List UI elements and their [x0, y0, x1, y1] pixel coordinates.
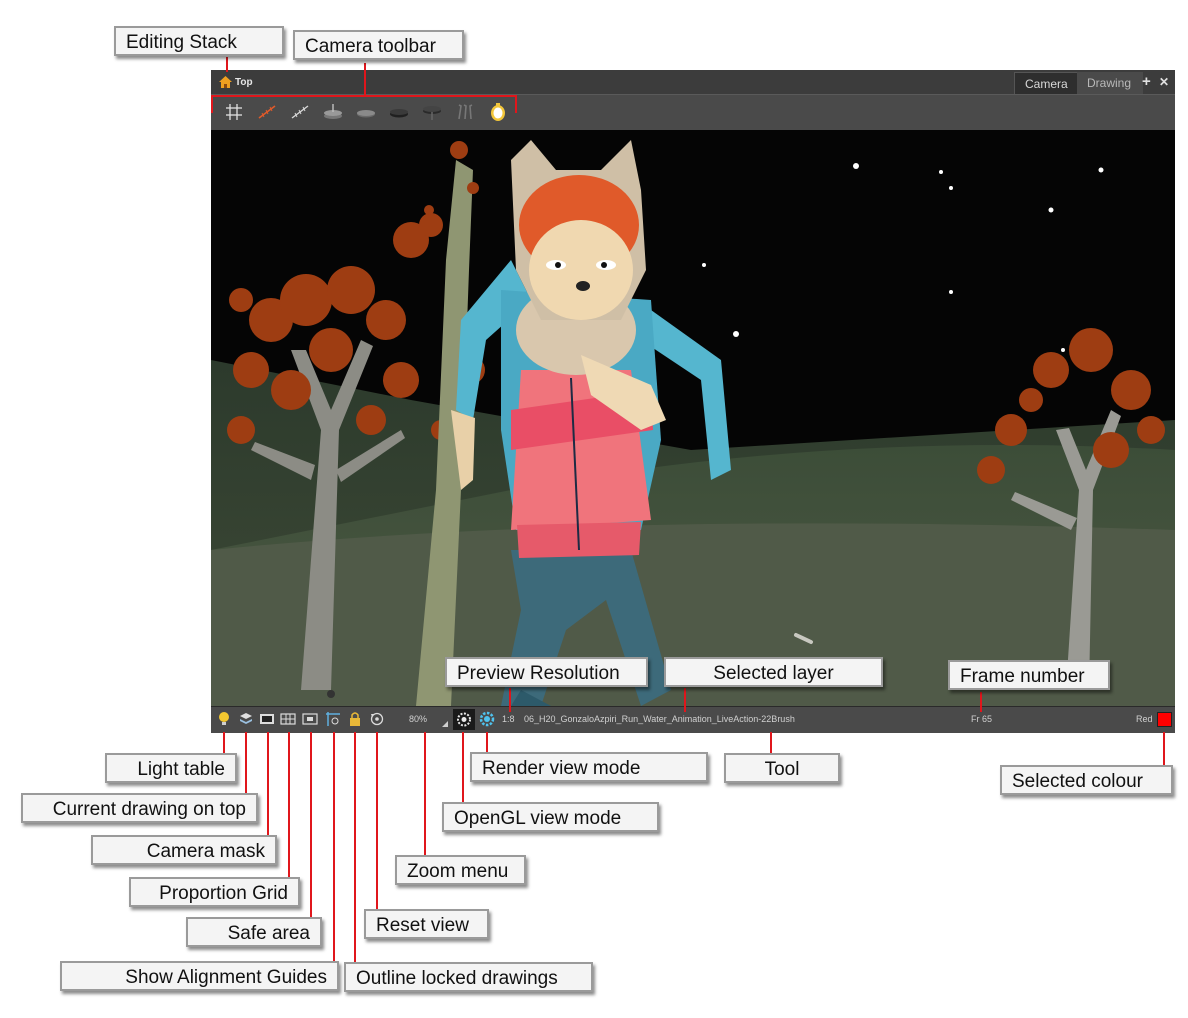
disc-dark-2-icon[interactable] — [421, 101, 443, 123]
callout-editing-stack: Editing Stack — [114, 26, 284, 56]
leader-proportion-grid — [288, 732, 290, 878]
light-table-icon[interactable] — [216, 711, 232, 727]
leader-show-alignment-guides — [333, 732, 335, 962]
callout-proportion-grid: Proportion Grid — [129, 877, 300, 907]
leader-editing-stack — [226, 57, 228, 72]
callout-light-table: Light table — [105, 753, 237, 783]
safe-area-icon[interactable] — [302, 711, 318, 727]
tab-drawing[interactable]: Drawing — [1077, 72, 1143, 94]
current-drawing-on-top-icon[interactable] — [238, 711, 254, 727]
callout-reset-view: Reset view — [364, 909, 489, 939]
scene-artwork — [211, 130, 1175, 706]
leader-opengl-view-mode — [462, 732, 464, 802]
palette-lock-icon[interactable] — [487, 101, 509, 123]
leader-tool — [770, 732, 772, 754]
reset-view-icon[interactable] — [369, 711, 385, 727]
leader-safe-area — [310, 732, 312, 918]
view-title-bar: Top Camera Drawing + ✕ — [211, 70, 1175, 95]
leader-camera-toolbar-left — [211, 95, 213, 113]
sticks-icon[interactable] — [454, 101, 476, 123]
camera-viewport[interactable] — [211, 130, 1175, 706]
show-alignment-guides-icon[interactable] — [325, 711, 341, 727]
status-bar: 80% 1:8 06_H20_GonzaloAzpiri_Run_Water_A… — [211, 706, 1175, 733]
callout-preview-resolution: Preview Resolution — [445, 657, 648, 687]
selected-colour-name: Red — [1136, 714, 1153, 724]
callout-selected-layer: Selected layer — [664, 657, 883, 687]
callout-tool: Tool — [724, 753, 840, 783]
camera-mask-icon[interactable] — [259, 711, 275, 727]
leader-preview-resolution — [509, 688, 511, 712]
leader-render-view-mode — [486, 732, 488, 752]
leader-light-table — [223, 732, 225, 754]
leader-current-drawing-on-top — [245, 732, 247, 794]
callout-zoom-menu: Zoom menu — [395, 855, 526, 885]
leader-camera-toolbar-bracket — [211, 95, 517, 97]
add-view-button[interactable]: + — [1142, 73, 1151, 90]
leader-outline-locked-drawings — [354, 732, 356, 964]
callout-safe-area: Safe area — [186, 917, 322, 947]
editing-stack-label: Top — [235, 76, 253, 88]
callout-opengl-view-mode: OpenGL view mode — [442, 802, 659, 832]
camera-view-window: Top Camera Drawing + ✕ 80% 1:8 06_H20_Go… — [211, 70, 1175, 733]
selected-layer: 06_H20_GonzaloAzpiri_Run_Water_Animation… — [524, 714, 795, 724]
zoom-menu[interactable]: 80% — [409, 714, 427, 724]
home-icon — [219, 76, 232, 88]
preview-resolution[interactable]: 1:8 — [502, 714, 515, 724]
opengl-view-mode-icon[interactable] — [453, 709, 475, 730]
zoom-dropdown-icon[interactable] — [442, 721, 448, 727]
disc-dark-icon[interactable] — [388, 101, 410, 123]
outline-locked-drawings-icon[interactable] — [347, 711, 363, 727]
camera-toolbar — [211, 94, 1175, 132]
callout-outline-locked-drawings: Outline locked drawings — [344, 962, 593, 992]
editing-stack[interactable]: Top — [219, 74, 253, 90]
proportion-grid-icon[interactable] — [280, 711, 296, 727]
callout-render-view-mode: Render view mode — [470, 752, 708, 782]
leader-zoom-menu — [424, 732, 426, 856]
leader-selected-layer — [684, 688, 686, 712]
callout-show-alignment-guides: Show Alignment Guides — [60, 961, 339, 991]
callout-camera-mask: Camera mask — [91, 835, 277, 865]
leader-camera-mask — [267, 732, 269, 836]
render-view-mode-icon[interactable] — [478, 710, 496, 728]
selected-colour-swatch[interactable] — [1157, 712, 1172, 727]
close-view-button[interactable]: ✕ — [1159, 75, 1169, 89]
frame-number: Fr 65 — [971, 714, 993, 724]
leader-selected-colour — [1163, 732, 1165, 766]
callout-selected-colour: Selected colour — [1000, 765, 1173, 795]
onion-skin-icon[interactable] — [256, 101, 278, 123]
callout-frame-number: Frame number — [948, 660, 1110, 690]
callout-camera-toolbar: Camera toolbar — [293, 30, 464, 60]
leader-camera-toolbar — [364, 63, 366, 96]
grid-icon[interactable] — [223, 101, 245, 123]
leader-frame-number — [980, 692, 982, 712]
layer-stack-icon[interactable] — [322, 101, 344, 123]
disc-icon[interactable] — [355, 101, 377, 123]
callout-current-drawing-on-top: Current drawing on top — [21, 793, 258, 823]
tab-camera[interactable]: Camera — [1014, 72, 1080, 95]
onion-skin-outline-icon[interactable] — [289, 101, 311, 123]
leader-camera-toolbar-right — [515, 95, 517, 113]
leader-reset-view — [376, 732, 378, 910]
